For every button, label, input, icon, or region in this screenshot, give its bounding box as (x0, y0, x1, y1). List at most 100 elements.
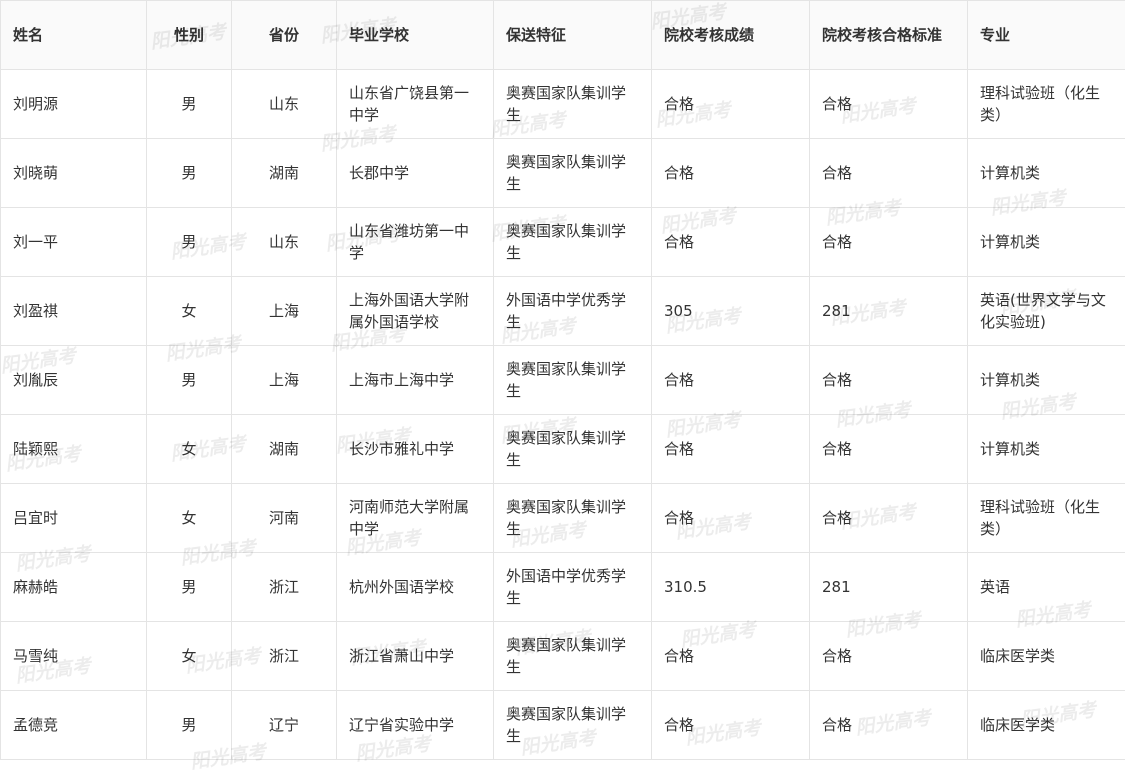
table-row: 马雪纯女浙江浙江省萧山中学奥赛国家队集训学生合格合格临床医学类 (1, 622, 1125, 691)
cell-major: 临床医学类 (968, 622, 1125, 691)
cell-school: 山东省广饶县第一中学 (337, 70, 494, 139)
header-school: 毕业学校 (337, 1, 494, 70)
cell-score: 合格 (652, 484, 810, 553)
cell-feature: 奥赛国家队集训学生 (494, 415, 652, 484)
cell-standard: 合格 (810, 70, 968, 139)
cell-gender: 男 (147, 553, 232, 622)
cell-major: 临床医学类 (968, 691, 1125, 760)
cell-school: 长沙市雅礼中学 (337, 415, 494, 484)
cell-name: 陆颖熙 (1, 415, 147, 484)
cell-standard: 合格 (810, 622, 968, 691)
cell-feature: 奥赛国家队集训学生 (494, 622, 652, 691)
cell-gender: 男 (147, 208, 232, 277)
cell-score: 310.5 (652, 553, 810, 622)
table-row: 刘胤辰男上海上海市上海中学奥赛国家队集训学生合格合格计算机类 (1, 346, 1125, 415)
cell-standard: 合格 (810, 208, 968, 277)
cell-name: 吕宜时 (1, 484, 147, 553)
cell-gender: 女 (147, 415, 232, 484)
table-row: 刘盈祺女上海上海外国语大学附属外国语学校外国语中学优秀学生305281英语(世界… (1, 277, 1125, 346)
cell-feature: 奥赛国家队集训学生 (494, 139, 652, 208)
cell-standard: 合格 (810, 346, 968, 415)
cell-province: 河南 (232, 484, 337, 553)
cell-score: 305 (652, 277, 810, 346)
cell-name: 刘胤辰 (1, 346, 147, 415)
header-name: 姓名 (1, 1, 147, 70)
cell-standard: 281 (810, 553, 968, 622)
cell-name: 刘晓萌 (1, 139, 147, 208)
cell-score: 合格 (652, 208, 810, 277)
cell-gender: 男 (147, 691, 232, 760)
table-row: 麻赫皓男浙江杭州外国语学校外国语中学优秀学生310.5281英语 (1, 553, 1125, 622)
cell-school: 河南师范大学附属中学 (337, 484, 494, 553)
cell-gender: 男 (147, 139, 232, 208)
cell-school: 辽宁省实验中学 (337, 691, 494, 760)
cell-standard: 281 (810, 277, 968, 346)
cell-score: 合格 (652, 139, 810, 208)
cell-feature: 奥赛国家队集训学生 (494, 208, 652, 277)
cell-standard: 合格 (810, 691, 968, 760)
cell-standard: 合格 (810, 415, 968, 484)
cell-major: 英语 (968, 553, 1125, 622)
cell-standard: 合格 (810, 139, 968, 208)
cell-feature: 奥赛国家队集训学生 (494, 70, 652, 139)
cell-score: 合格 (652, 415, 810, 484)
cell-name: 刘一平 (1, 208, 147, 277)
cell-province: 湖南 (232, 139, 337, 208)
cell-gender: 女 (147, 277, 232, 346)
cell-major: 计算机类 (968, 346, 1125, 415)
cell-gender: 男 (147, 346, 232, 415)
cell-major: 英语(世界文学与文化实验班) (968, 277, 1125, 346)
table-row: 刘晓萌男湖南长郡中学奥赛国家队集训学生合格合格计算机类 (1, 139, 1125, 208)
cell-province: 浙江 (232, 553, 337, 622)
cell-province: 浙江 (232, 622, 337, 691)
cell-name: 刘明源 (1, 70, 147, 139)
cell-feature: 奥赛国家队集训学生 (494, 484, 652, 553)
cell-major: 计算机类 (968, 139, 1125, 208)
cell-province: 上海 (232, 346, 337, 415)
cell-major: 理科试验班（化生类） (968, 484, 1125, 553)
cell-school: 杭州外国语学校 (337, 553, 494, 622)
cell-gender: 女 (147, 622, 232, 691)
table-row: 吕宜时女河南河南师范大学附属中学奥赛国家队集训学生合格合格理科试验班（化生类） (1, 484, 1125, 553)
cell-province: 山东 (232, 70, 337, 139)
admission-table: 姓名 性别 省份 毕业学校 保送特征 院校考核成绩 院校考核合格标准 专业 刘明… (0, 0, 1125, 760)
cell-feature: 奥赛国家队集训学生 (494, 691, 652, 760)
cell-gender: 女 (147, 484, 232, 553)
cell-name: 马雪纯 (1, 622, 147, 691)
cell-name: 麻赫皓 (1, 553, 147, 622)
cell-major: 理科试验班（化生类） (968, 70, 1125, 139)
cell-score: 合格 (652, 346, 810, 415)
table-row: 孟德竞男辽宁辽宁省实验中学奥赛国家队集训学生合格合格临床医学类 (1, 691, 1125, 760)
cell-school: 山东省潍坊第一中学 (337, 208, 494, 277)
cell-school: 浙江省萧山中学 (337, 622, 494, 691)
cell-province: 上海 (232, 277, 337, 346)
cell-score: 合格 (652, 70, 810, 139)
cell-standard: 合格 (810, 484, 968, 553)
cell-province: 湖南 (232, 415, 337, 484)
cell-province: 辽宁 (232, 691, 337, 760)
table-header-row: 姓名 性别 省份 毕业学校 保送特征 院校考核成绩 院校考核合格标准 专业 (1, 1, 1125, 70)
cell-major: 计算机类 (968, 208, 1125, 277)
header-score: 院校考核成绩 (652, 1, 810, 70)
header-standard: 院校考核合格标准 (810, 1, 968, 70)
cell-school: 长郡中学 (337, 139, 494, 208)
cell-score: 合格 (652, 691, 810, 760)
cell-feature: 奥赛国家队集训学生 (494, 346, 652, 415)
header-major: 专业 (968, 1, 1125, 70)
cell-major: 计算机类 (968, 415, 1125, 484)
cell-gender: 男 (147, 70, 232, 139)
header-province: 省份 (232, 1, 337, 70)
table-row: 刘明源男山东山东省广饶县第一中学奥赛国家队集训学生合格合格理科试验班（化生类） (1, 70, 1125, 139)
cell-name: 刘盈祺 (1, 277, 147, 346)
table-row: 陆颖熙女湖南长沙市雅礼中学奥赛国家队集训学生合格合格计算机类 (1, 415, 1125, 484)
cell-name: 孟德竞 (1, 691, 147, 760)
table-row: 刘一平男山东山东省潍坊第一中学奥赛国家队集训学生合格合格计算机类 (1, 208, 1125, 277)
header-gender: 性别 (147, 1, 232, 70)
cell-school: 上海市上海中学 (337, 346, 494, 415)
cell-feature: 外国语中学优秀学生 (494, 277, 652, 346)
cell-score: 合格 (652, 622, 810, 691)
cell-feature: 外国语中学优秀学生 (494, 553, 652, 622)
cell-school: 上海外国语大学附属外国语学校 (337, 277, 494, 346)
header-feature: 保送特征 (494, 1, 652, 70)
cell-province: 山东 (232, 208, 337, 277)
